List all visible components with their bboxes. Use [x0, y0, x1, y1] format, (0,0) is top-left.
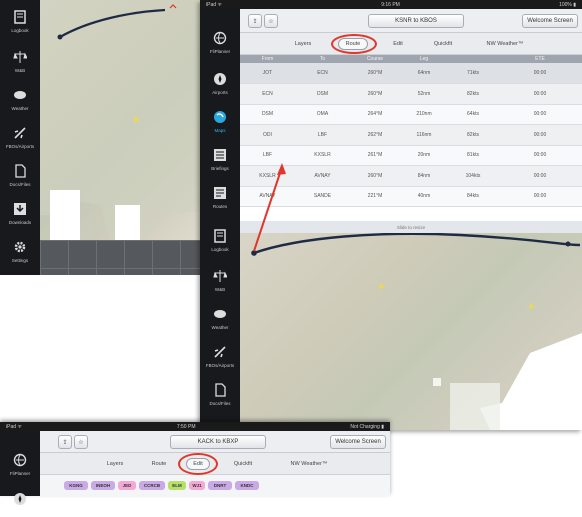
highlight-circle-edit — [178, 453, 218, 475]
tab-nw-weather[interactable]: NW Weather™ — [476, 38, 534, 50]
annotation-arrow — [253, 163, 286, 252]
compass-icon — [210, 70, 230, 88]
waypoint-chip[interactable]: JED — [118, 481, 136, 490]
resize-label: Slide to resize — [396, 224, 426, 230]
plane-icon — [210, 343, 230, 361]
sidebar-item-weather[interactable]: Weather — [0, 80, 40, 116]
back-map[interactable] — [40, 0, 210, 240]
list-icon — [210, 146, 230, 164]
col-ete: ETE — [498, 55, 582, 63]
table-row[interactable]: ECN DSM 260°M 52nm 82kts 00:00 — [240, 83, 582, 105]
waypoint-chip[interactable]: INEOH — [91, 481, 115, 490]
tab-nw-weather[interactable]: NW Weather™ — [280, 458, 338, 470]
tab-edit[interactable]: Edit — [386, 38, 410, 50]
weather-icon — [10, 86, 30, 104]
sidebar-item-docs[interactable]: Docs/Files — [200, 375, 240, 411]
sidebar-item-airports[interactable]: Airports — [200, 64, 240, 100]
status-battery: Not Charging ▮ — [350, 423, 384, 430]
back-map-grid — [40, 240, 210, 275]
sidebar-item-weather[interactable]: Weather — [200, 299, 240, 335]
share-icon: ⇪ — [252, 18, 258, 25]
tab-layers[interactable]: Layers — [288, 38, 318, 50]
share-button[interactable]: ⇪ — [248, 14, 262, 28]
sidebar-item-logbook[interactable]: Logbook — [0, 2, 40, 38]
sidebar-item-airports[interactable] — [0, 481, 40, 517]
route-icon — [210, 184, 230, 202]
main-status-bar: iPad ᯤ 9:16 PM 100% ▮ — [200, 0, 582, 9]
table-row[interactable]: DSM OMA 264°M 210nm 64kts 00:00 — [240, 104, 582, 125]
col-leg: Leg — [400, 55, 448, 63]
waypoint-chip[interactable]: DNRT — [208, 481, 232, 490]
main-toolbar: ⇪ ☆ KSNR to KBOS Welcome Screen — [240, 9, 582, 33]
sidebar-item-fbos[interactable]: FBOs/Airports — [200, 337, 240, 373]
main-tabs: Layers Route Edit Quickfit NW Weather™ — [240, 33, 582, 55]
col-from: From — [240, 55, 295, 63]
logbook-icon — [10, 8, 30, 26]
waypoint-chip[interactable]: KGNG — [64, 481, 88, 490]
status-carrier: iPad ᯤ — [206, 1, 222, 8]
highlight-circle-route — [331, 34, 377, 54]
table-row[interactable]: ODI LBF 262°M 116nm 82kts 00:00 — [240, 124, 582, 146]
sidebar-item-fbos[interactable]: FBOs/Airports — [0, 118, 40, 154]
share-button[interactable]: ⇪ — [58, 435, 72, 449]
airport-marker — [529, 303, 535, 309]
globe-icon — [210, 29, 230, 47]
document-icon — [210, 381, 230, 399]
col-to: To — [295, 55, 350, 63]
back-sidebar: Logbook W&B Weather FBOs/Airports Docs/F… — [0, 0, 40, 275]
status-carrier: iPad ᯤ — [6, 423, 22, 430]
lower-status-bar: iPad ᯤ 7:50 PM Not Charging ▮ — [0, 422, 390, 431]
lower-sidebar: FliPlanner — [0, 431, 40, 505]
sidebar-item-downloads[interactable]: Downloads — [0, 194, 40, 230]
status-time: 7:50 PM — [176, 423, 196, 430]
waypoint-chip[interactable]: ELM — [168, 481, 186, 490]
weather-icon — [210, 305, 230, 323]
tab-quickfit[interactable]: Quickfit — [226, 458, 260, 470]
star-icon: ☆ — [78, 439, 84, 446]
route-title-button[interactable]: KACK to KBXP — [170, 435, 266, 449]
compass-icon — [10, 490, 30, 508]
plane-icon — [10, 124, 30, 142]
favorite-button[interactable]: ☆ — [74, 435, 88, 449]
share-icon: ⇪ — [62, 439, 68, 446]
col-course: Course — [350, 55, 400, 63]
waypoint-chip[interactable]: CCRCB — [139, 481, 165, 490]
star-icon: ☆ — [268, 18, 274, 25]
scale-icon — [10, 48, 30, 66]
sidebar-item-docs[interactable]: Docs/Files — [0, 156, 40, 192]
sidebar-item-fliplanner[interactable]: FliPlanner — [200, 23, 240, 59]
status-battery: 100% ▮ — [559, 1, 576, 8]
account-button[interactable]: Welcome Screen — [330, 435, 386, 449]
sidebar-item-wb[interactable]: W&B — [0, 42, 40, 78]
waypoint-chip[interactable]: WJ1 — [189, 481, 205, 490]
map-label-marker — [433, 378, 441, 386]
sidebar-item-maps[interactable]: Maps — [200, 102, 240, 138]
tab-quickfit[interactable]: Quickfit — [426, 38, 460, 50]
waypoint-bar: KGNG INEOH JED CCRCB ELM WJ1 DNRT KNDC — [40, 475, 390, 496]
account-button[interactable]: Welcome Screen — [522, 14, 578, 28]
tab-layers[interactable]: Layers — [100, 458, 130, 470]
airport-marker — [379, 283, 385, 289]
route-table-header: From To Course Leg ETE — [240, 55, 582, 63]
favorite-button[interactable]: ☆ — [264, 14, 278, 28]
table-row[interactable]: JOT ECN 260°M 64nm 71kts 00:00 — [240, 63, 582, 84]
document-icon — [10, 162, 30, 180]
sidebar-item-settings[interactable]: Settings — [0, 232, 40, 268]
map-icon — [210, 108, 230, 126]
scale-icon — [210, 267, 230, 285]
tab-route[interactable]: Route — [144, 458, 174, 470]
status-time: 9:16 PM — [381, 1, 400, 8]
logbook-icon — [210, 227, 230, 245]
lower-toolbar: ⇪ ☆ KACK to KBXP Welcome Screen — [40, 431, 390, 453]
gear-icon — [10, 238, 30, 256]
download-icon — [10, 200, 30, 218]
waypoint-chip[interactable]: KNDC — [235, 481, 259, 490]
route-title-button[interactable]: KSNR to KBOS — [368, 14, 464, 28]
globe-icon — [10, 451, 30, 469]
sidebar-item-fliplanner[interactable]: FliPlanner — [0, 445, 40, 481]
lower-screen: iPad ᯤ 7:50 PM Not Charging ▮ FliPlanner… — [0, 422, 390, 505]
back-screen: Logbook W&B Weather FBOs/Airports Docs/F… — [0, 0, 210, 275]
